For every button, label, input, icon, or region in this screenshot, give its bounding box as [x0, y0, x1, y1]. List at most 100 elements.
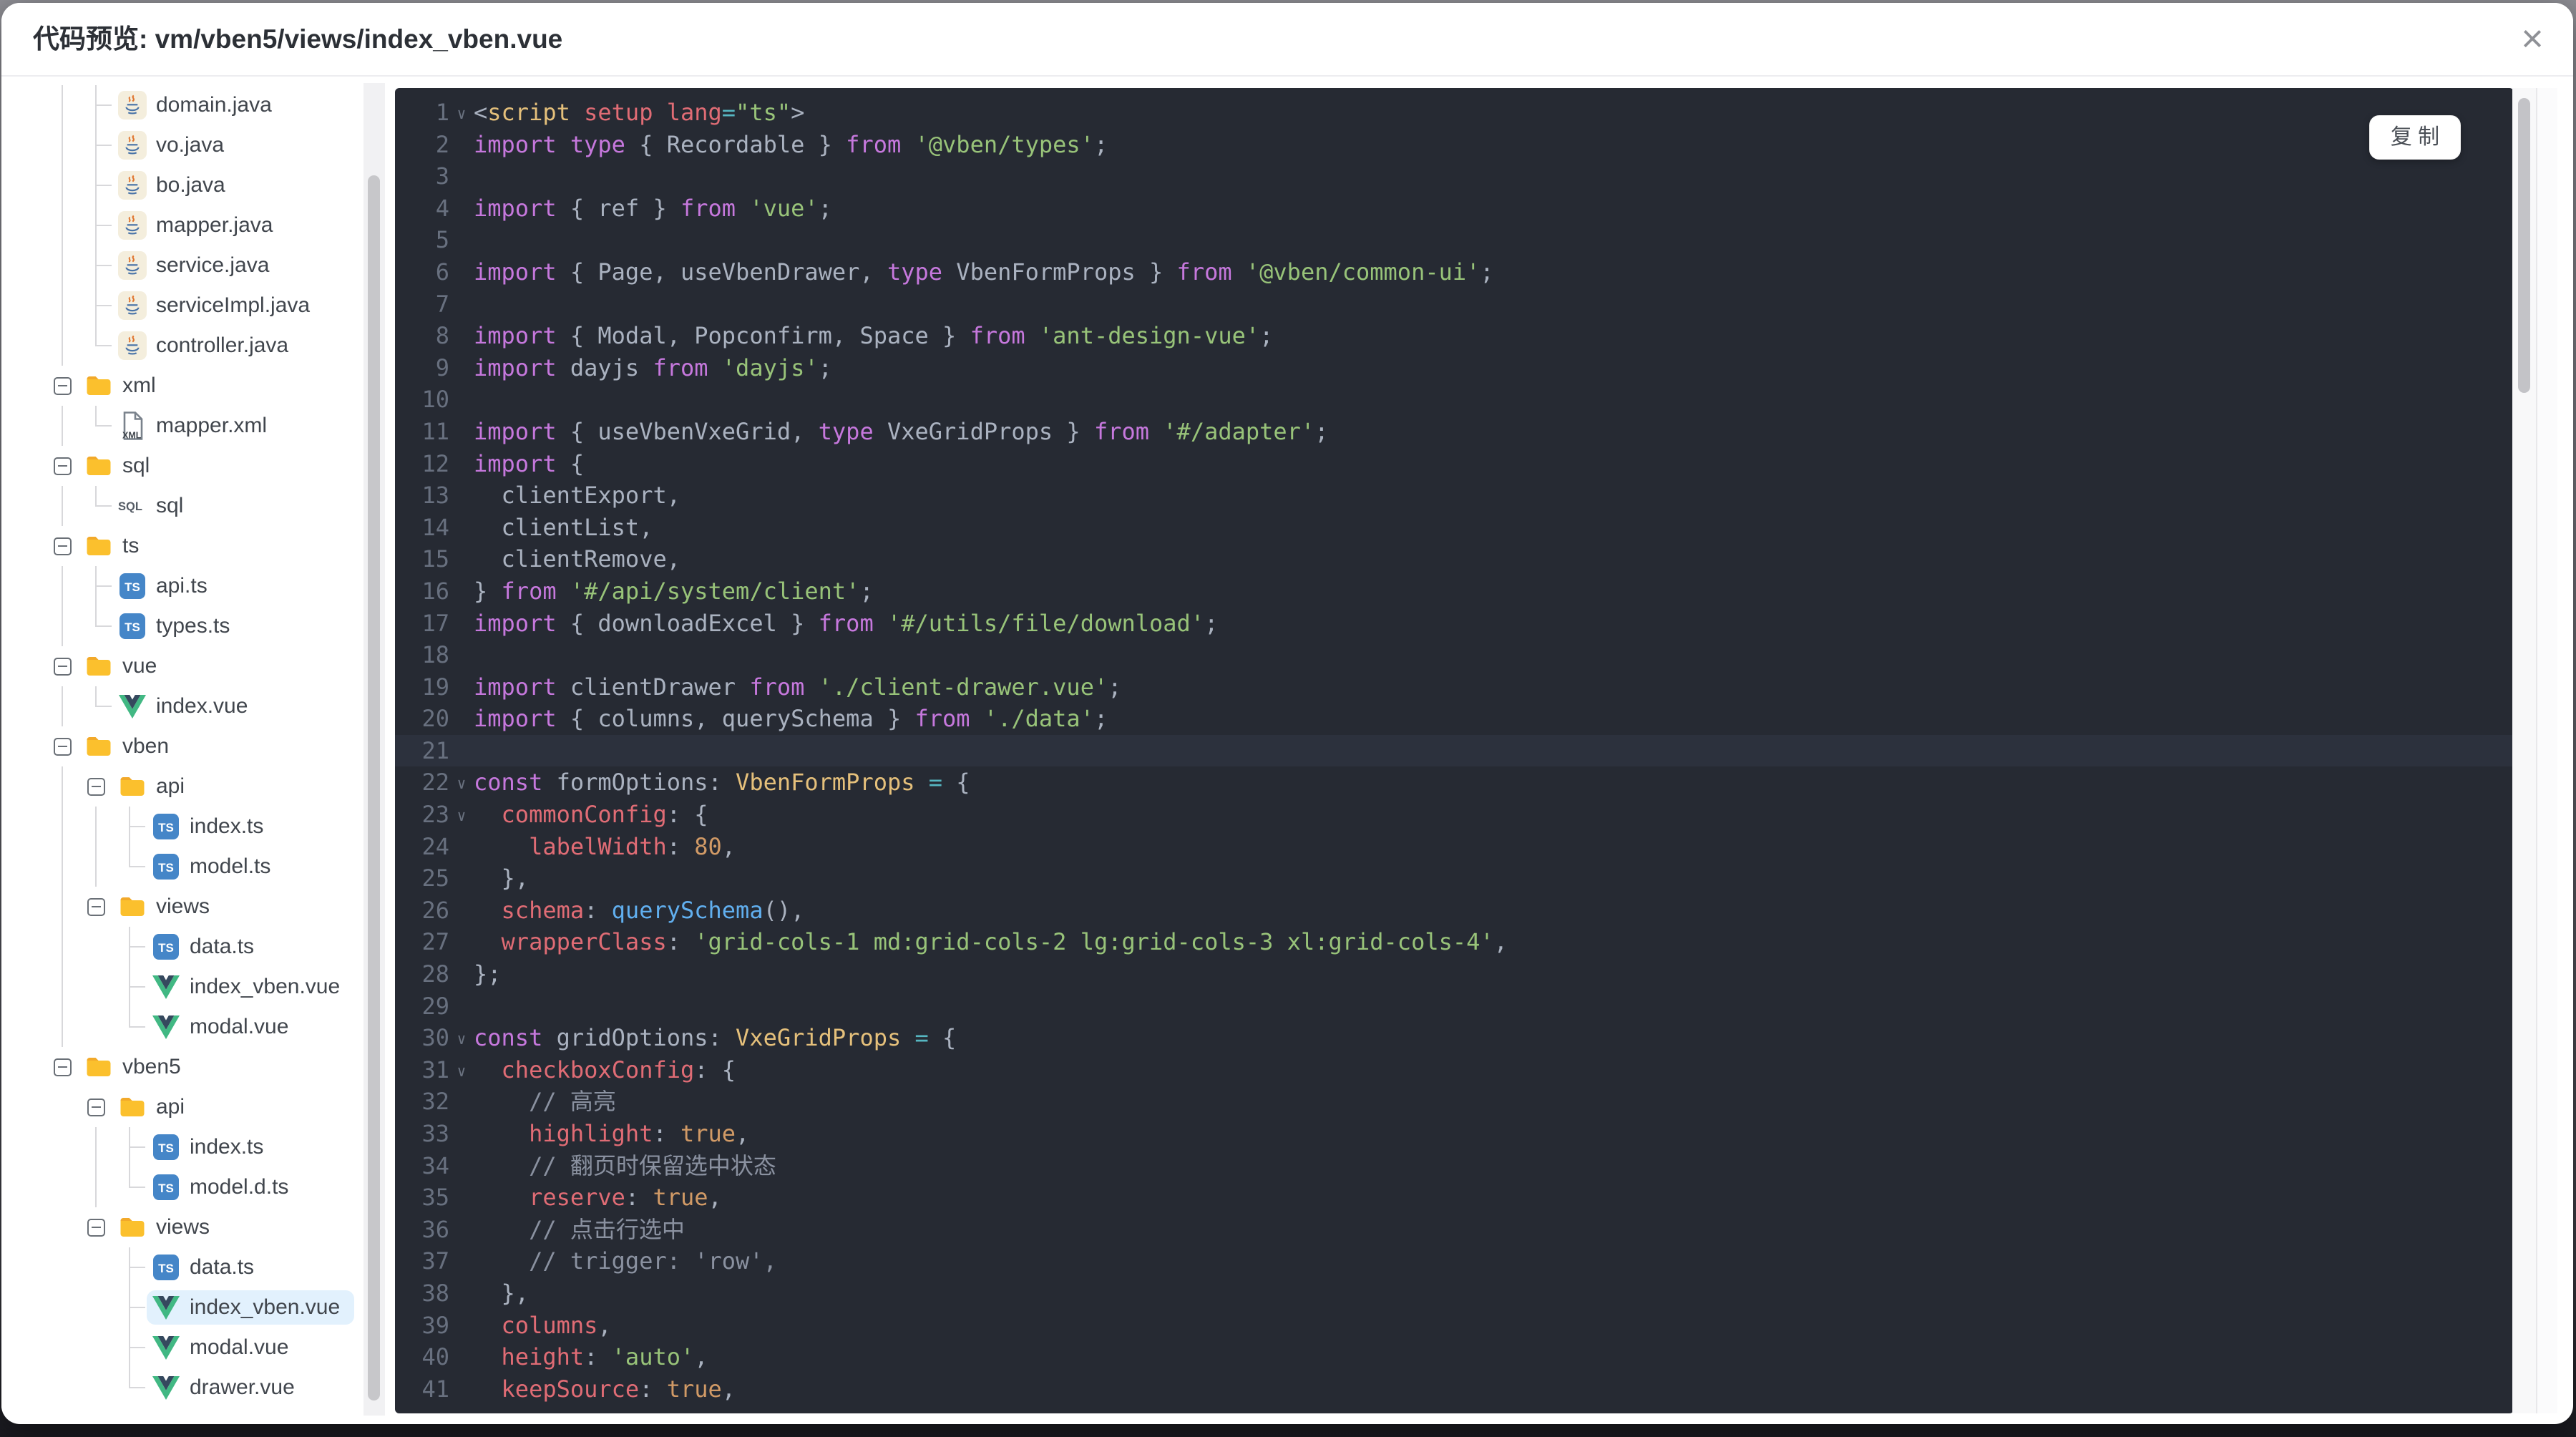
tree-item-xml[interactable]: xml — [1, 366, 364, 406]
tree-item-serviceimpl-java[interactable]: serviceImpl.java — [1, 286, 364, 326]
tree-item-modal-vue[interactable]: modal.vue — [1, 1328, 364, 1368]
collapse-toggle-icon[interactable] — [46, 446, 79, 486]
tree-item-api[interactable]: api — [1, 766, 364, 807]
collapse-toggle-icon[interactable] — [46, 646, 79, 686]
fold-gutter — [449, 160, 474, 193]
collapse-toggle-icon[interactable] — [79, 1207, 113, 1247]
tree-indent-guide — [79, 1328, 113, 1368]
tree-item-modal-vue[interactable]: modal.vue — [1, 1007, 364, 1047]
folder-icon — [79, 529, 118, 563]
fold-chevron-icon[interactable]: ∨ — [449, 1054, 474, 1086]
tree-item-domain-java[interactable]: domain.java — [1, 85, 364, 125]
line-number: 16 — [421, 577, 449, 605]
fold-chevron-icon[interactable]: ∨ — [449, 799, 474, 831]
tree-item-index-vue[interactable]: index.vue — [1, 686, 364, 726]
code-editor[interactable]: 复 制 1 ∨ <script setup lang="ts"> 2 import ty… — [395, 88, 2514, 1413]
tree-indent-guide — [79, 1007, 113, 1047]
fold-gutter — [449, 352, 474, 384]
tree-item-sql[interactable]: SQL sql — [1, 486, 364, 526]
tree-item-controller-java[interactable]: controller.java — [1, 326, 364, 366]
collapse-toggle-icon[interactable] — [46, 366, 79, 406]
tree-item-service-java[interactable]: service.java — [1, 245, 364, 286]
tree-item-content: TS api.ts — [113, 569, 222, 603]
tree-item-data-ts[interactable]: TS data.ts — [1, 927, 364, 967]
fold-chevron-icon[interactable]: ∨ — [449, 97, 474, 129]
collapse-toggle-icon[interactable] — [46, 526, 79, 566]
tree-item-drawer-vue[interactable]: drawer.vue — [1, 1368, 364, 1408]
tree-item-vo-java[interactable]: vo.java — [1, 125, 364, 165]
tree-item-types-ts[interactable]: TS types.ts — [1, 606, 364, 646]
tree-item-index-ts[interactable]: TS index.ts — [1, 807, 364, 847]
tree-item-views[interactable]: views — [1, 1207, 364, 1247]
tree-item-label: ts — [122, 534, 140, 557]
tree-item-api[interactable]: api — [1, 1087, 364, 1127]
fold-gutter — [449, 958, 474, 990]
tree-item-vben5[interactable]: vben5 — [1, 1047, 364, 1087]
tree-item-model-ts[interactable]: TS model.ts — [1, 847, 364, 887]
tree-indent-guide — [46, 686, 79, 726]
fold-gutter — [449, 288, 474, 321]
tree-scrollbar-thumb[interactable] — [368, 175, 380, 1401]
tree-indent-guide — [79, 486, 113, 526]
copy-button[interactable]: 复 制 — [2369, 115, 2461, 160]
tree-item-label: model.d.ts — [190, 1175, 289, 1199]
tree-item-content: sql — [79, 449, 164, 483]
line-number: 6 — [435, 258, 449, 286]
fold-gutter — [449, 1086, 474, 1118]
line-number: 40 — [421, 1343, 449, 1371]
tree-indent-guide — [113, 1127, 147, 1167]
code-text: // 高亮 — [474, 1088, 616, 1116]
code-line: 29 — [395, 990, 2514, 1023]
tree-item-model-d-ts[interactable]: TS model.d.ts — [1, 1167, 364, 1207]
fold-chevron-icon[interactable]: ∨ — [449, 1022, 474, 1054]
tree-item-mapper-xml[interactable]: XML mapper.xml — [1, 406, 364, 446]
collapse-toggle-icon[interactable] — [46, 1047, 79, 1087]
tree-indent-guide — [79, 1368, 113, 1408]
tree-item-sql[interactable]: sql — [1, 446, 364, 486]
tree-indent-guide — [79, 606, 113, 646]
collapse-toggle-icon[interactable] — [79, 887, 113, 927]
ts-icon: TS — [147, 1130, 185, 1164]
tree-item-data-ts[interactable]: TS data.ts — [1, 1247, 364, 1287]
code-line: 13 clientExport, — [395, 479, 2514, 512]
tree-indent-guide — [46, 606, 79, 646]
vue-icon — [147, 1330, 185, 1365]
tree-indent-guide — [79, 1287, 113, 1328]
collapse-toggle-icon[interactable] — [79, 766, 113, 807]
tree-item-bo-java[interactable]: bo.java — [1, 165, 364, 205]
tree-item-index-ts[interactable]: TS index.ts — [1, 1127, 364, 1167]
tree-item-index-vben-vue[interactable]: index_vben.vue — [1, 1287, 364, 1328]
code-line: 3 — [395, 160, 2514, 193]
tree-item-index-vben-vue[interactable]: index_vben.vue — [1, 967, 364, 1007]
tree-indent-guide — [79, 566, 113, 606]
line-number: 34 — [421, 1151, 449, 1179]
tree-item-content: views — [113, 1210, 224, 1244]
tree-item-label: xml — [122, 374, 156, 397]
dialog-title: 代码预览: vm/vben5/views/index_vben.vue — [33, 24, 563, 54]
code-text: }; — [474, 960, 502, 988]
tree-indent-guide — [46, 486, 79, 526]
fold-gutter — [449, 1341, 474, 1373]
collapse-toggle-icon[interactable] — [46, 726, 79, 766]
vue-icon — [147, 1010, 185, 1044]
tree-item-content: modal.vue — [147, 1010, 303, 1044]
tree-indent-guide — [79, 406, 113, 446]
tree-item-api-ts[interactable]: TS api.ts — [1, 566, 364, 606]
code-line: 40 height: 'auto', — [395, 1341, 2514, 1373]
tree-item-vben[interactable]: vben — [1, 726, 364, 766]
editor-scrollbar-thumb[interactable] — [2518, 98, 2530, 393]
line-number: 15 — [421, 545, 449, 573]
java-icon — [113, 288, 152, 323]
tree-item-mapper-java[interactable]: mapper.java — [1, 205, 364, 245]
code-line: 20 import { columns, querySchema } from '… — [395, 703, 2514, 735]
tree-item-views[interactable]: views — [1, 887, 364, 927]
collapse-toggle-icon[interactable] — [79, 1087, 113, 1127]
close-button[interactable]: × — [2507, 10, 2557, 67]
fold-gutter — [449, 1310, 474, 1342]
tree-indent-guide — [46, 326, 79, 366]
fold-chevron-icon[interactable]: ∨ — [449, 766, 474, 799]
tree-item-ts[interactable]: ts — [1, 526, 364, 566]
svg-text:TS: TS — [158, 941, 174, 955]
tree-indent-guide — [79, 286, 113, 326]
tree-item-vue[interactable]: vue — [1, 646, 364, 686]
